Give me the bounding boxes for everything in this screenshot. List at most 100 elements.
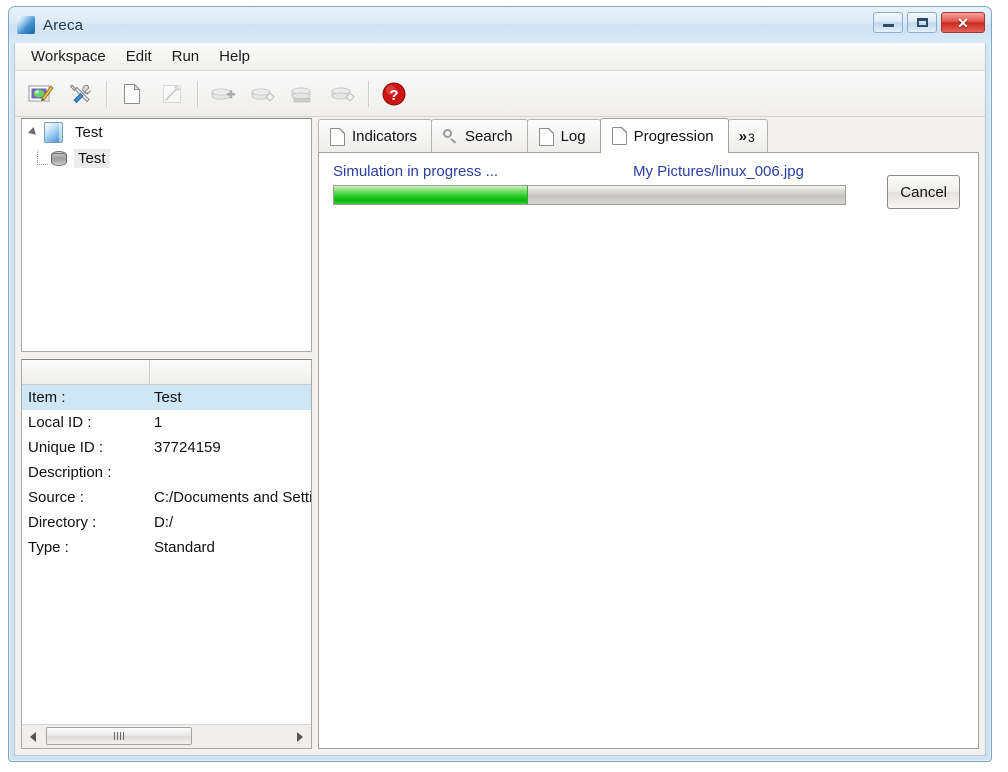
target-database-icon <box>50 150 68 167</box>
backup-icon <box>211 87 235 100</box>
maximize-button[interactable] <box>907 12 937 33</box>
scrollbar-track[interactable] <box>44 725 289 748</box>
tab-progression[interactable]: Progression <box>599 118 729 153</box>
progress-bar-fill <box>334 186 529 204</box>
table-row[interactable]: Directory : D:/ <box>22 510 311 535</box>
menu-help[interactable]: Help <box>209 45 260 68</box>
property-value: 1 <box>154 414 163 431</box>
menu-workspace[interactable]: Workspace <box>21 45 116 68</box>
property-key: Description : <box>28 464 112 481</box>
property-key: Source : <box>28 489 84 506</box>
scroll-right-arrow[interactable] <box>289 726 311 748</box>
recover-archives-icon <box>331 87 355 102</box>
tab-label: Search <box>465 128 513 145</box>
open-workspace-button[interactable] <box>21 75 61 113</box>
toolbar-separator-3 <box>368 80 369 107</box>
help-icon: ? <box>382 82 406 105</box>
grip-line-icon <box>114 732 115 740</box>
property-key: Unique ID : <box>28 439 104 456</box>
minimize-button[interactable] <box>873 12 903 33</box>
table-row[interactable]: Type : Standard <box>22 535 311 560</box>
progress-bar <box>333 185 846 205</box>
edit-target-button <box>152 75 192 113</box>
title-bar: Areca ✕ <box>9 7 991 43</box>
property-value: C:/Documents and Settings <box>154 489 311 506</box>
properties-column-value-header[interactable] <box>150 360 311 384</box>
edit-target-icon <box>163 84 181 103</box>
menu-run[interactable]: Run <box>162 45 210 68</box>
menu-bar: Workspace Edit Run Help <box>15 43 985 71</box>
document-icon <box>538 127 554 146</box>
tab-search[interactable]: Search <box>431 119 528 153</box>
expand-collapse-triangle-icon[interactable] <box>28 125 42 139</box>
window-title: Areca <box>43 16 84 34</box>
client-area: Workspace Edit Run Help ? Test Test Item… <box>14 43 986 756</box>
arrow-right-icon <box>297 731 303 742</box>
properties-table-body: Item : Test Local ID : 1 Unique ID : 377… <box>22 385 311 724</box>
tab-log[interactable]: Log <box>526 119 601 153</box>
scroll-left-arrow[interactable] <box>22 726 44 748</box>
tab-label: Progression <box>633 127 714 145</box>
tab-label: Indicators <box>352 128 418 145</box>
table-row[interactable]: Description : <box>22 460 311 485</box>
tab-overflow-button[interactable]: » 3 <box>727 119 768 153</box>
property-key: Directory : <box>28 514 97 531</box>
merge-archives-icon <box>291 87 311 102</box>
target-properties-panel: Item : Test Local ID : 1 Unique ID : 377… <box>21 359 312 749</box>
application-window: Areca ✕ Workspace Edit Run Help ? Test T… <box>8 6 992 762</box>
toolbar-separator-1 <box>106 80 107 107</box>
progression-status-text: Simulation in progress ... <box>333 163 499 180</box>
right-column: Indicators Search Log Progression » 3 Si… <box>318 118 979 749</box>
search-icon <box>443 129 458 144</box>
simulate-backup-icon <box>251 87 275 102</box>
tab-content-panel: Simulation in progress ... My Pictures/l… <box>318 152 979 749</box>
left-column: Test Test Item : Test Local ID: 1 Uniqu… <box>21 118 312 749</box>
tab-strip: Indicators Search Log Progression » 3 <box>318 118 979 153</box>
new-target-button[interactable] <box>112 75 152 113</box>
menu-edit[interactable]: Edit <box>116 45 162 68</box>
table-row[interactable]: Source : C:/Documents and Settings <box>22 485 311 510</box>
progression-row: Simulation in progress ... My Pictures/l… <box>319 153 978 215</box>
grip-line-icon <box>120 732 121 740</box>
properties-horizontal-scrollbar[interactable] <box>22 724 311 748</box>
preferences-button[interactable] <box>61 75 101 113</box>
svg-text:?: ? <box>389 87 398 104</box>
tab-indicators[interactable]: Indicators <box>318 119 433 153</box>
new-target-icon <box>124 82 141 104</box>
tree-target-label: Test <box>74 148 110 168</box>
property-key: Type : <box>28 539 69 556</box>
merge-archives-button <box>283 75 323 113</box>
tree-row-target[interactable]: Test <box>22 145 311 171</box>
progression-current-file: My Pictures/linux_006.jpg <box>633 163 804 180</box>
overflow-count: 3 <box>748 131 755 145</box>
tree-row-root[interactable]: Test <box>22 119 311 145</box>
arrow-left-icon <box>30 731 36 742</box>
minimize-icon <box>882 24 894 27</box>
grip-line-icon <box>123 732 124 740</box>
property-key: Local ID : <box>28 414 92 431</box>
grip-line-icon <box>117 732 118 740</box>
property-key: Item : <box>28 389 66 406</box>
backup-button <box>203 75 243 113</box>
open-workspace-icon <box>28 84 54 101</box>
workspace-tree-panel[interactable]: Test Test <box>21 118 312 352</box>
panes-container: Test Test Item : Test Local ID: 1 Uniqu… <box>15 118 985 755</box>
window-controls: ✕ <box>873 12 985 33</box>
properties-table-header <box>22 360 311 385</box>
table-row[interactable]: Local ID : 1 <box>22 410 311 435</box>
maximize-icon <box>916 18 928 27</box>
document-icon <box>611 127 627 145</box>
chevron-right-double-icon: » <box>738 128 747 145</box>
properties-column-key-header[interactable] <box>22 360 150 384</box>
property-value: Standard <box>154 539 215 556</box>
close-button[interactable]: ✕ <box>941 12 985 33</box>
table-row[interactable]: Unique ID : 37724159 <box>22 435 311 460</box>
help-button[interactable]: ? <box>374 75 414 113</box>
overflow-indicator: » 3 <box>739 129 755 144</box>
tree-root-label: Test <box>75 123 103 141</box>
table-row[interactable]: Item : Test <box>22 385 311 410</box>
cancel-button[interactable]: Cancel <box>887 175 960 209</box>
simulate-backup-button <box>243 75 283 113</box>
scrollbar-thumb[interactable] <box>46 727 192 745</box>
recover-archives-button <box>323 75 363 113</box>
